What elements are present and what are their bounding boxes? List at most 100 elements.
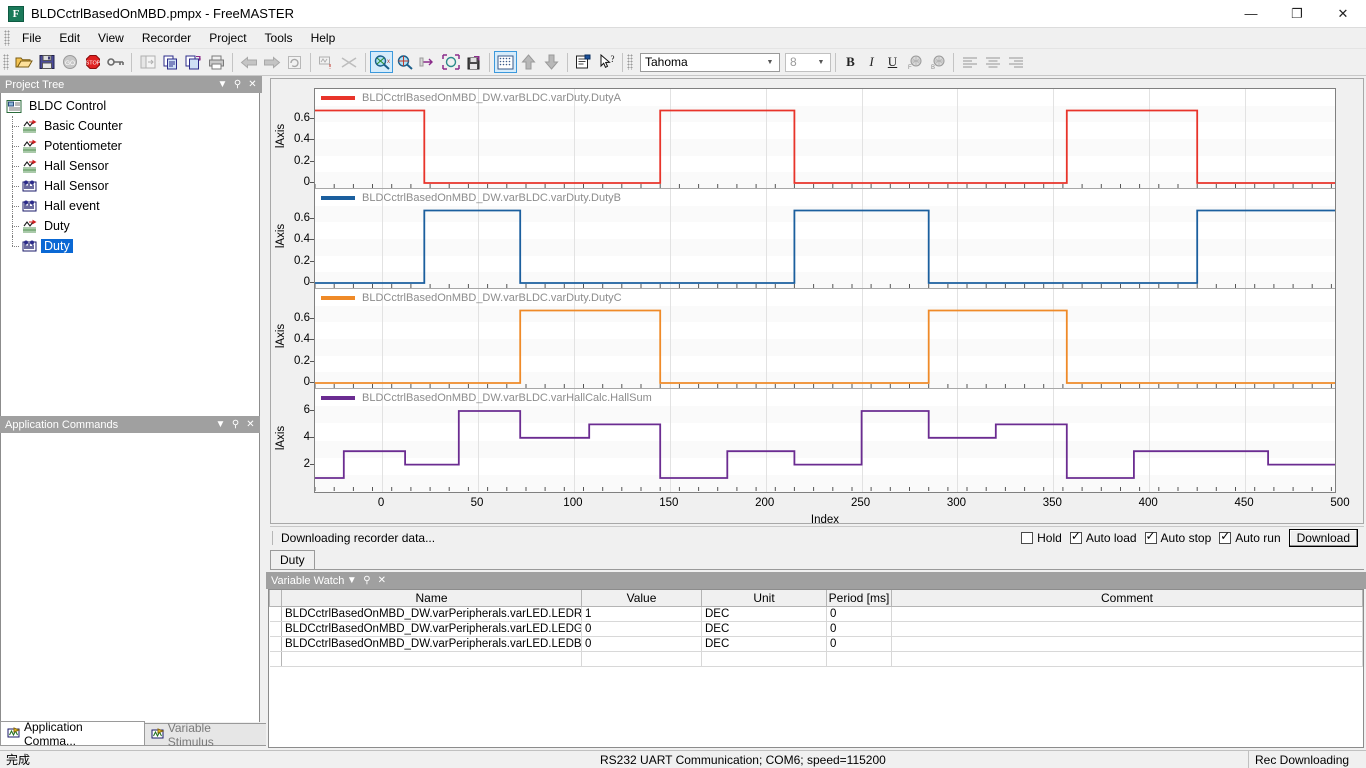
plot-panel[interactable]: BLDCctrlBasedOnMBD_DW.varBLDC.varDuty.Du… [315, 189, 1335, 289]
checkbox-box[interactable] [1144, 530, 1157, 544]
table-row-empty[interactable] [269, 651, 1363, 667]
pin-icon[interactable]: ⚲ [228, 419, 243, 430]
menu-view[interactable]: View [89, 29, 133, 47]
auto-load-checkbox[interactable]: Auto load [1069, 530, 1137, 545]
x-tick-label: 400 [1138, 497, 1158, 509]
plot-panel[interactable]: BLDCctrlBasedOnMBD_DW.varBLDC.varDuty.Du… [315, 289, 1335, 389]
italic-button[interactable]: I [861, 52, 882, 73]
copy-icon[interactable] [159, 51, 182, 73]
download-button[interactable]: Download [1288, 528, 1358, 547]
column-header-period[interactable]: Period [ms] [826, 590, 892, 607]
save-data-icon[interactable] [462, 51, 485, 73]
back-arrow-icon [237, 51, 260, 73]
open-folder-icon[interactable] [12, 51, 35, 73]
font-color-icon[interactable]: F [903, 51, 926, 73]
auto-stop-checkbox[interactable]: Auto stop [1144, 530, 1211, 545]
zoom-x-icon[interactable]: x [370, 51, 393, 73]
y-axis-title: lAxis [275, 223, 288, 249]
close-icon[interactable]: ✕ [1320, 0, 1366, 28]
cell-empty [891, 651, 1363, 667]
bold-button[interactable]: B [840, 52, 861, 73]
close-icon[interactable]: ✕ [245, 79, 260, 90]
pin-icon[interactable]: ⚲ [359, 575, 374, 586]
sidebar-item-hall-sensor-scope[interactable]: Hall Sensor [3, 156, 259, 176]
chevron-down-icon[interactable]: ▼ [763, 54, 777, 71]
column-header-unit[interactable]: Unit [701, 590, 827, 607]
pin-icon[interactable]: ⚲ [230, 79, 245, 90]
zoom-xy-icon[interactable] [393, 51, 416, 73]
chevron-down-icon[interactable]: ▼ [814, 54, 828, 71]
sidebar-item-hall-sensor-recorder[interactable]: Hall Sensor [3, 176, 259, 196]
row-selector-cell [269, 606, 282, 622]
checkbox-box[interactable] [1069, 530, 1082, 544]
sidebar-item-hall-event[interactable]: Hall event [3, 196, 259, 216]
sidebar-item-label: Duty [41, 239, 73, 253]
row-selector-cell [269, 636, 282, 652]
close-icon[interactable]: ✕ [243, 419, 258, 430]
menu-help[interactable]: Help [302, 29, 345, 47]
y-axis: lAxis 0 0.2 0.4 0.6 [272, 188, 314, 288]
font-size-combo[interactable]: 8 ▼ [785, 52, 831, 72]
variable-watch-table-container[interactable]: Name Value Unit Period [ms] Comment BLDC… [268, 589, 1364, 748]
menu-project[interactable]: Project [200, 29, 255, 47]
toolbar-grip-icon[interactable] [3, 54, 9, 70]
plot-panel[interactable]: BLDCctrlBasedOnMBD_DW.varBLDC.varHallCal… [315, 389, 1335, 492]
tree-root-node[interactable]: BLDC Control [3, 96, 259, 116]
menu-recorder[interactable]: Recorder [133, 29, 200, 47]
go-icon[interactable]: GO [58, 51, 81, 73]
properties-icon[interactable] [572, 51, 595, 73]
save-icon[interactable] [35, 51, 58, 73]
menu-grip-icon[interactable] [4, 30, 10, 46]
chevron-down-icon[interactable]: ▼ [344, 575, 359, 586]
layout-icon[interactable] [136, 51, 159, 73]
help-cursor-icon[interactable]: ? [595, 51, 618, 73]
sidebar-item-basic-counter[interactable]: Basic Counter [3, 116, 259, 136]
font-name-combo[interactable]: Tahoma ▼ [640, 52, 780, 72]
tab-application-commands[interactable]: Application Comma... [0, 720, 145, 748]
hold-checkbox[interactable]: Hold [1021, 531, 1062, 545]
copy-save-icon[interactable] [182, 51, 205, 73]
column-header-comment[interactable]: Comment [891, 590, 1363, 607]
application-commands-list[interactable] [0, 433, 260, 728]
table-row[interactable]: BLDCctrlBasedOnMBD_DW.varPeripherals.var… [269, 606, 1363, 622]
sidebar-item-duty-recorder[interactable]: Duty [3, 236, 259, 256]
checkbox-box[interactable] [1021, 531, 1034, 544]
font-toolbar-grip-icon[interactable] [627, 54, 633, 70]
tab-variable-stimulus[interactable]: Variable Stimulus [143, 721, 267, 749]
title-bar: F BLDCctrlBasedOnMBD.pmpx - FreeMASTER —… [0, 0, 1366, 28]
maximize-icon[interactable]: ❐ [1274, 0, 1320, 28]
key-icon[interactable] [104, 51, 127, 73]
column-header-value[interactable]: Value [581, 590, 702, 607]
window-controls: — ❐ ✕ [1228, 0, 1366, 28]
checkbox-box[interactable] [1219, 530, 1232, 544]
auto-run-checkbox[interactable]: Auto run [1219, 530, 1281, 545]
sidebar-item-duty-scope[interactable]: Duty [3, 216, 259, 236]
move-up-icon[interactable] [517, 51, 540, 73]
grid-icon[interactable] [494, 51, 517, 73]
close-icon[interactable]: ✕ [374, 575, 389, 586]
table-row[interactable]: BLDCctrlBasedOnMBD_DW.varPeripherals.var… [269, 621, 1363, 637]
minimize-icon[interactable]: — [1228, 0, 1274, 28]
plot-panel[interactable]: BLDCctrlBasedOnMBD_DW.varBLDC.varDuty.Du… [315, 89, 1335, 189]
chevron-down-icon[interactable]: ▼ [213, 419, 228, 430]
print-icon[interactable] [205, 51, 228, 73]
stop-icon[interactable]: STOP [81, 51, 104, 73]
tab-duty[interactable]: Duty [270, 550, 315, 569]
menu-edit[interactable]: Edit [50, 29, 89, 47]
table-row[interactable]: BLDCctrlBasedOnMBD_DW.varPeripherals.var… [269, 636, 1363, 652]
background-color-icon[interactable]: B [926, 51, 949, 73]
zoom-select-icon[interactable] [439, 51, 462, 73]
legend-label: BLDCctrlBasedOnMBD_DW.varBLDC.varHallCal… [362, 391, 652, 404]
zoom-fit-icon[interactable] [416, 51, 439, 73]
underline-button[interactable]: U [882, 52, 903, 73]
project-tree[interactable]: BLDC Control Basic Counter Potentiometer… [0, 93, 260, 417]
menu-file[interactable]: File [13, 29, 50, 47]
plot-stack[interactable]: BLDCctrlBasedOnMBD_DW.varBLDC.varDuty.Du… [314, 88, 1336, 493]
sidebar-item-potentiometer[interactable]: Potentiometer [3, 136, 259, 156]
chevron-down-icon[interactable]: ▼ [215, 79, 230, 90]
column-header-name[interactable]: Name [281, 590, 582, 607]
move-down-icon[interactable] [540, 51, 563, 73]
menu-tools[interactable]: Tools [256, 29, 302, 47]
menu-bar: File Edit View Recorder Project Tools He… [0, 28, 1366, 49]
status-bar: 完成 RS232 UART Communication; COM6; speed… [0, 750, 1366, 768]
